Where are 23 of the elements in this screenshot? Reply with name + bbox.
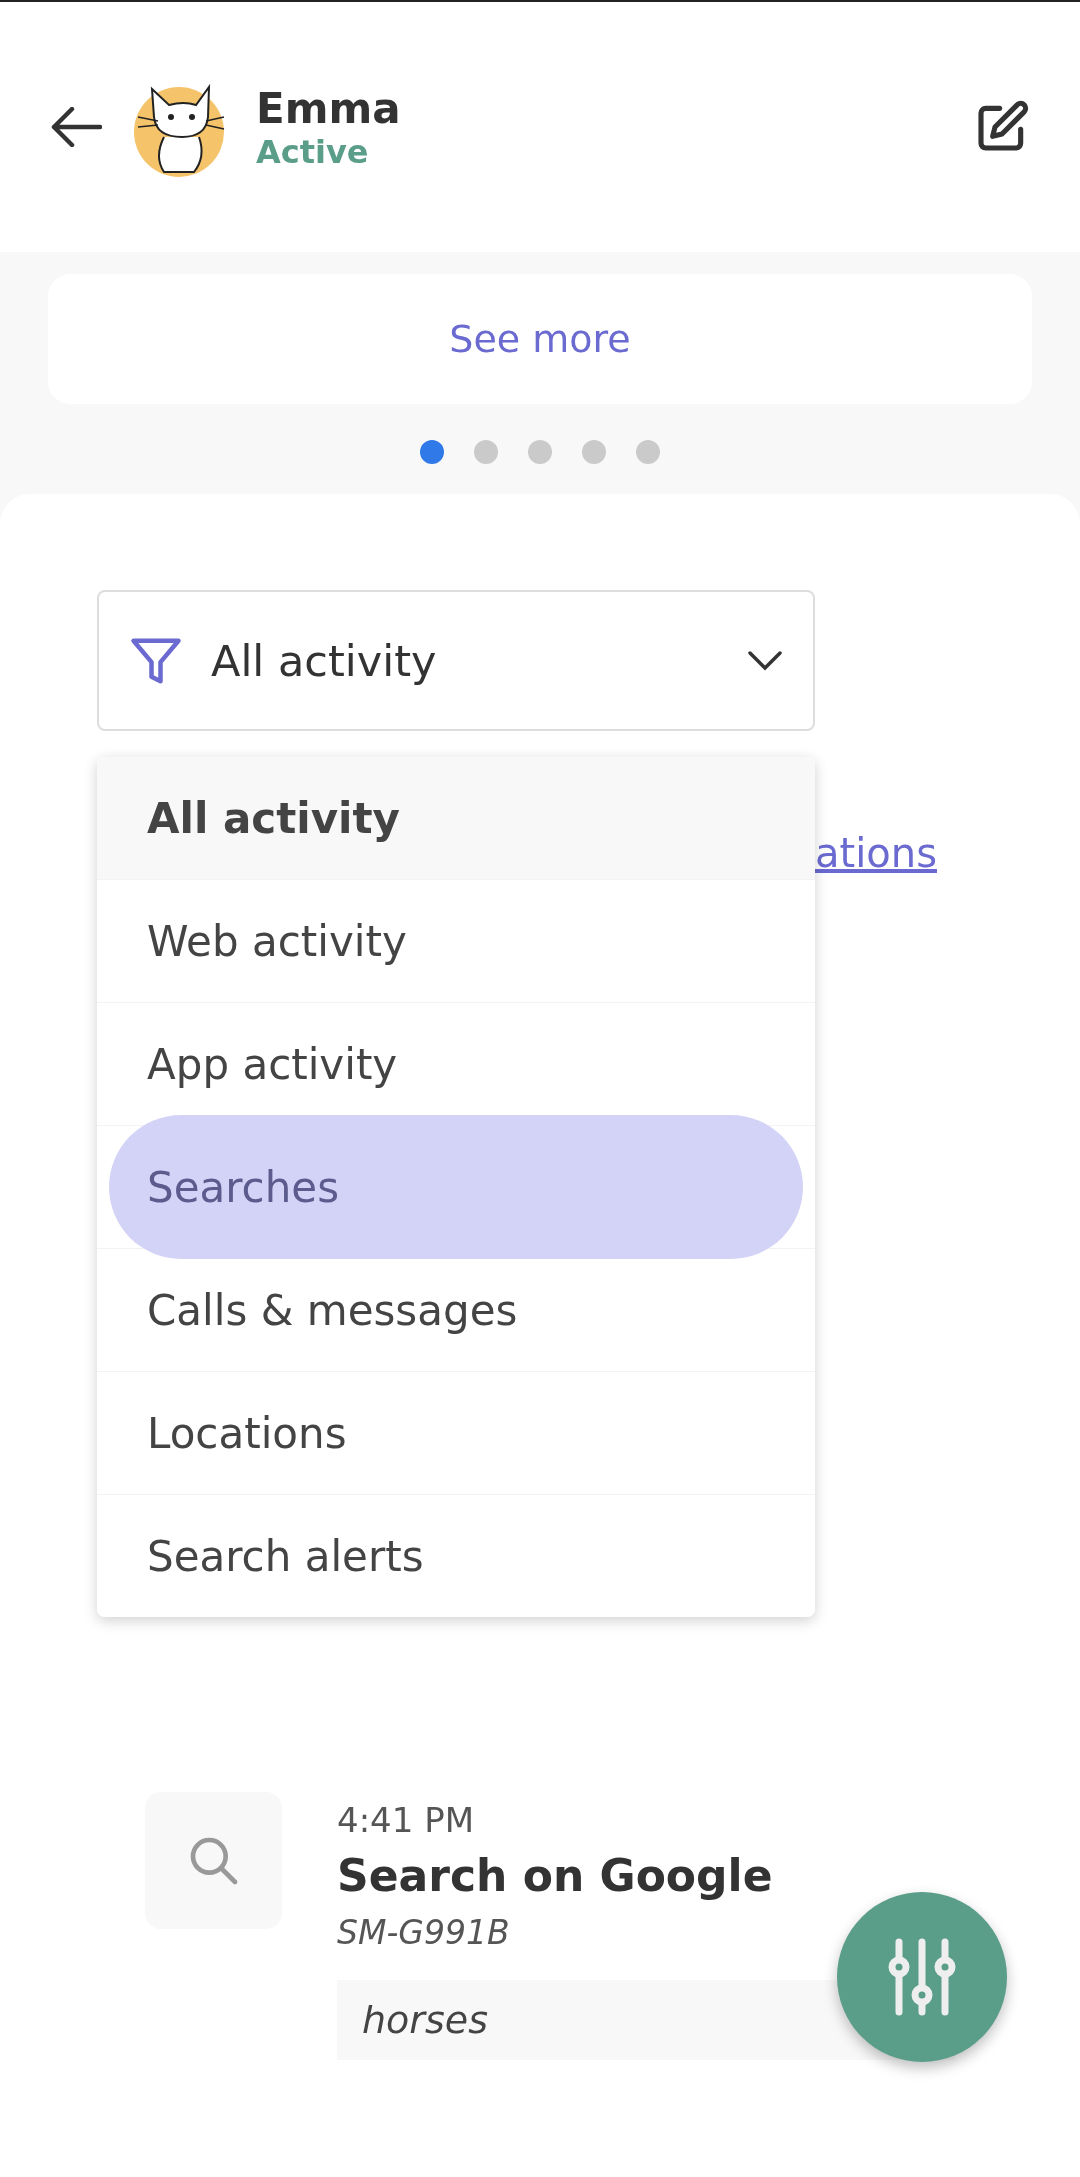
pager-dot[interactable] — [528, 440, 552, 464]
menu-option[interactable]: Web activity — [109, 916, 803, 966]
menu-option[interactable]: Searches — [109, 1115, 803, 1259]
pager-dot[interactable] — [474, 440, 498, 464]
menu-option[interactable]: Locations — [109, 1408, 803, 1458]
sliders-icon — [887, 1937, 957, 2017]
activity-time: 4:41 PM — [337, 1800, 475, 1840]
pager-dot[interactable] — [636, 440, 660, 464]
activity-title: Search on Google — [337, 1850, 774, 1901]
partial-link[interactable]: ations — [815, 830, 937, 876]
pager-dot[interactable] — [582, 440, 606, 464]
filter-dropdown[interactable]: All activity — [97, 590, 815, 731]
see-more-link[interactable]: See more — [449, 317, 631, 361]
menu-option[interactable]: Search alerts — [109, 1531, 803, 1581]
device-name: SM-G991B — [337, 1913, 511, 1952]
chevron-down-icon — [747, 649, 783, 672]
menu-option[interactable]: App activity — [109, 1039, 803, 1089]
pager-dot[interactable] — [420, 440, 444, 464]
contact-name: Emma — [256, 83, 402, 133]
status-label: Active — [256, 132, 370, 171]
search-query: horses — [362, 1998, 488, 2042]
menu-option[interactable]: Calls & messages — [109, 1285, 803, 1335]
back-arrow-icon[interactable] — [50, 107, 102, 147]
